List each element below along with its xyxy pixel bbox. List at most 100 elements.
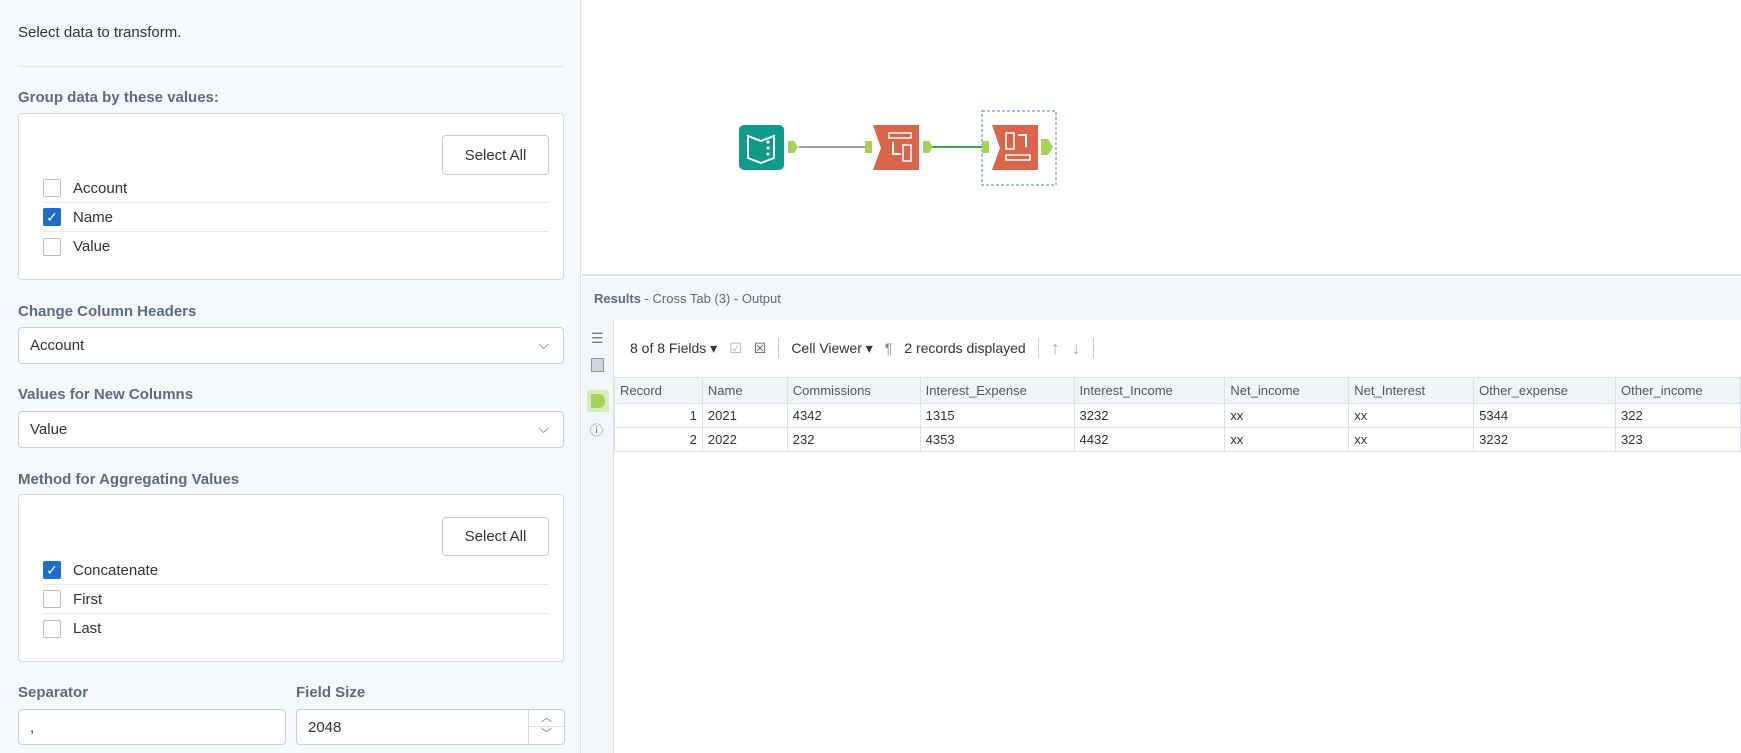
values-label: Values for New Columns xyxy=(18,386,194,403)
method-select-all-button[interactable]: Select All xyxy=(442,517,549,556)
cell[interactable]: 1315 xyxy=(919,403,1075,428)
checkbox[interactable] xyxy=(43,179,61,197)
col-header[interactable]: Net_income xyxy=(1224,377,1350,404)
cell[interactable]: 3232 xyxy=(1073,403,1226,428)
decrement-icon[interactable]: ﹀ xyxy=(529,727,564,744)
col-header[interactable]: Other_income xyxy=(1615,377,1741,404)
cell[interactable]: 1 xyxy=(614,403,703,428)
increment-icon[interactable]: ︿ xyxy=(529,710,564,727)
anchor-icon xyxy=(591,394,605,408)
field-size-value: 2048 xyxy=(308,718,342,736)
separator-label: Separator xyxy=(18,684,89,701)
configuration-panel: Select data to transform. Group data by … xyxy=(0,0,581,753)
results-title: Results xyxy=(594,291,641,306)
help-icon[interactable]: ⓘ xyxy=(590,420,603,439)
checkbox[interactable] xyxy=(43,237,61,256)
divider xyxy=(18,66,564,67)
cell[interactable]: 2 xyxy=(614,427,703,452)
col-header[interactable]: Name xyxy=(701,377,788,404)
dropdown-value: Account xyxy=(30,337,85,354)
fields-dropdown[interactable]: 8 of 8 Fields ▾ xyxy=(630,340,717,357)
input-data-tool-icon xyxy=(739,125,784,170)
input-anchor xyxy=(865,141,872,153)
transpose-tool-icon xyxy=(873,125,919,170)
group-fields-box: Select All Account ✓ Name Value xyxy=(18,113,564,280)
method-label: Method for Aggregating Values xyxy=(18,471,240,488)
results-table: Record Name Commissions Interest_Expense… xyxy=(614,377,1741,452)
cell[interactable]: 4353 xyxy=(919,427,1075,452)
col-header[interactable]: Interest_Expense xyxy=(919,377,1075,404)
cell[interactable]: xx xyxy=(1348,427,1475,452)
cell[interactable]: xx xyxy=(1224,403,1350,428)
cell-viewer-dropdown[interactable]: Cell Viewer ▾ xyxy=(791,340,872,357)
method-label-text: Last xyxy=(73,620,102,637)
results-toolbar: 8 of 8 Fields ▾ ☑ ☒ Cell Viewer ▾ ¶ 2 re… xyxy=(614,320,1741,376)
table-row[interactable]: 1 2021 4342 1315 3232 xx xx 5344 322 xyxy=(614,403,1741,428)
cell[interactable]: xx xyxy=(1348,403,1475,428)
checkbox-checked[interactable]: ✓ xyxy=(43,561,61,579)
group-field-account[interactable]: Account xyxy=(43,174,549,203)
method-first[interactable]: First xyxy=(43,585,549,614)
check-icon[interactable]: ☑ xyxy=(729,340,742,357)
field-size-stepper[interactable]: 2048 ︿ ﹀ xyxy=(296,709,565,745)
col-header[interactable]: Net_Interest xyxy=(1348,377,1475,404)
dropdown-value: Value xyxy=(30,421,68,438)
col-header[interactable]: Other_expense xyxy=(1473,377,1617,404)
method-label-text: Concatenate xyxy=(73,561,159,579)
cell[interactable]: 3232 xyxy=(1473,427,1617,452)
group-field-name[interactable]: ✓ Name xyxy=(43,203,549,232)
cross-tab-tool-icon xyxy=(992,125,1038,170)
results-side-strip: ☰ ⓘ xyxy=(582,320,614,753)
change-headers-dropdown[interactable]: Account ⌵ xyxy=(18,327,564,364)
divider xyxy=(1037,338,1039,358)
workflow-canvas[interactable] xyxy=(582,0,1741,276)
divider xyxy=(1092,338,1094,358)
output-anchor xyxy=(923,141,933,153)
checkbox[interactable] xyxy=(43,590,61,608)
separator-input[interactable]: , xyxy=(18,709,286,745)
input-anchor xyxy=(982,141,989,153)
table-row[interactable]: 2 2022 232 4353 4432 xx xx 3232 323 xyxy=(614,427,1741,452)
field-label: Value xyxy=(73,238,111,255)
cell[interactable]: xx xyxy=(1224,427,1350,452)
method-box: Select All ✓ Concatenate First Last xyxy=(18,494,564,662)
cell[interactable]: 322 xyxy=(1615,403,1741,428)
checkbox[interactable] xyxy=(43,619,61,638)
group-field-value[interactable]: Value xyxy=(43,232,549,261)
arrow-down-icon[interactable]: ↓ xyxy=(1072,338,1081,359)
results-header: Results - Cross Tab (3) - Output xyxy=(582,278,1741,320)
col-header[interactable]: Commissions xyxy=(786,377,921,404)
output-anchor xyxy=(1041,139,1053,155)
group-label: Group data by these values: xyxy=(18,89,219,106)
field-label: Account xyxy=(73,179,128,197)
cell[interactable]: 232 xyxy=(786,427,921,452)
chevron-down-icon: ⌵ xyxy=(538,420,549,436)
cell[interactable]: 2021 xyxy=(701,403,788,428)
cell[interactable]: 4342 xyxy=(786,403,921,428)
data-tab[interactable] xyxy=(587,390,609,412)
field-size-label: Field Size xyxy=(296,684,366,701)
method-last[interactable]: Last xyxy=(43,614,549,643)
results-subtitle: - Cross Tab (3) - Output xyxy=(640,291,781,306)
col-header[interactable]: Record xyxy=(614,377,703,404)
method-concatenate[interactable]: ✓ Concatenate xyxy=(43,556,549,585)
col-header[interactable]: Interest_Income xyxy=(1073,377,1226,404)
workflow-diagram xyxy=(739,110,1057,186)
fields-label: 8 of 8 Fields xyxy=(630,339,707,356)
group-select-all-button[interactable]: Select All xyxy=(442,135,549,175)
cell-viewer-label: Cell Viewer xyxy=(791,339,862,356)
cell[interactable]: 4432 xyxy=(1073,427,1226,452)
cell[interactable]: 5344 xyxy=(1473,403,1617,428)
intro-text: Select data to transform. xyxy=(18,24,182,41)
metadata-icon[interactable] xyxy=(591,358,604,372)
values-dropdown[interactable]: Value ⌵ xyxy=(18,411,564,448)
cell[interactable]: 323 xyxy=(1615,427,1741,452)
change-headers-label: Change Column Headers xyxy=(18,303,197,320)
list-icon[interactable]: ☰ xyxy=(591,330,604,347)
field-label: Name xyxy=(73,208,114,226)
checkbox-checked[interactable]: ✓ xyxy=(43,208,61,226)
arrow-up-icon[interactable]: ↑ xyxy=(1051,338,1060,359)
pilcrow-icon[interactable]: ¶ xyxy=(885,340,893,356)
deselect-icon[interactable]: ☒ xyxy=(754,340,767,357)
cell[interactable]: 2022 xyxy=(701,427,788,452)
